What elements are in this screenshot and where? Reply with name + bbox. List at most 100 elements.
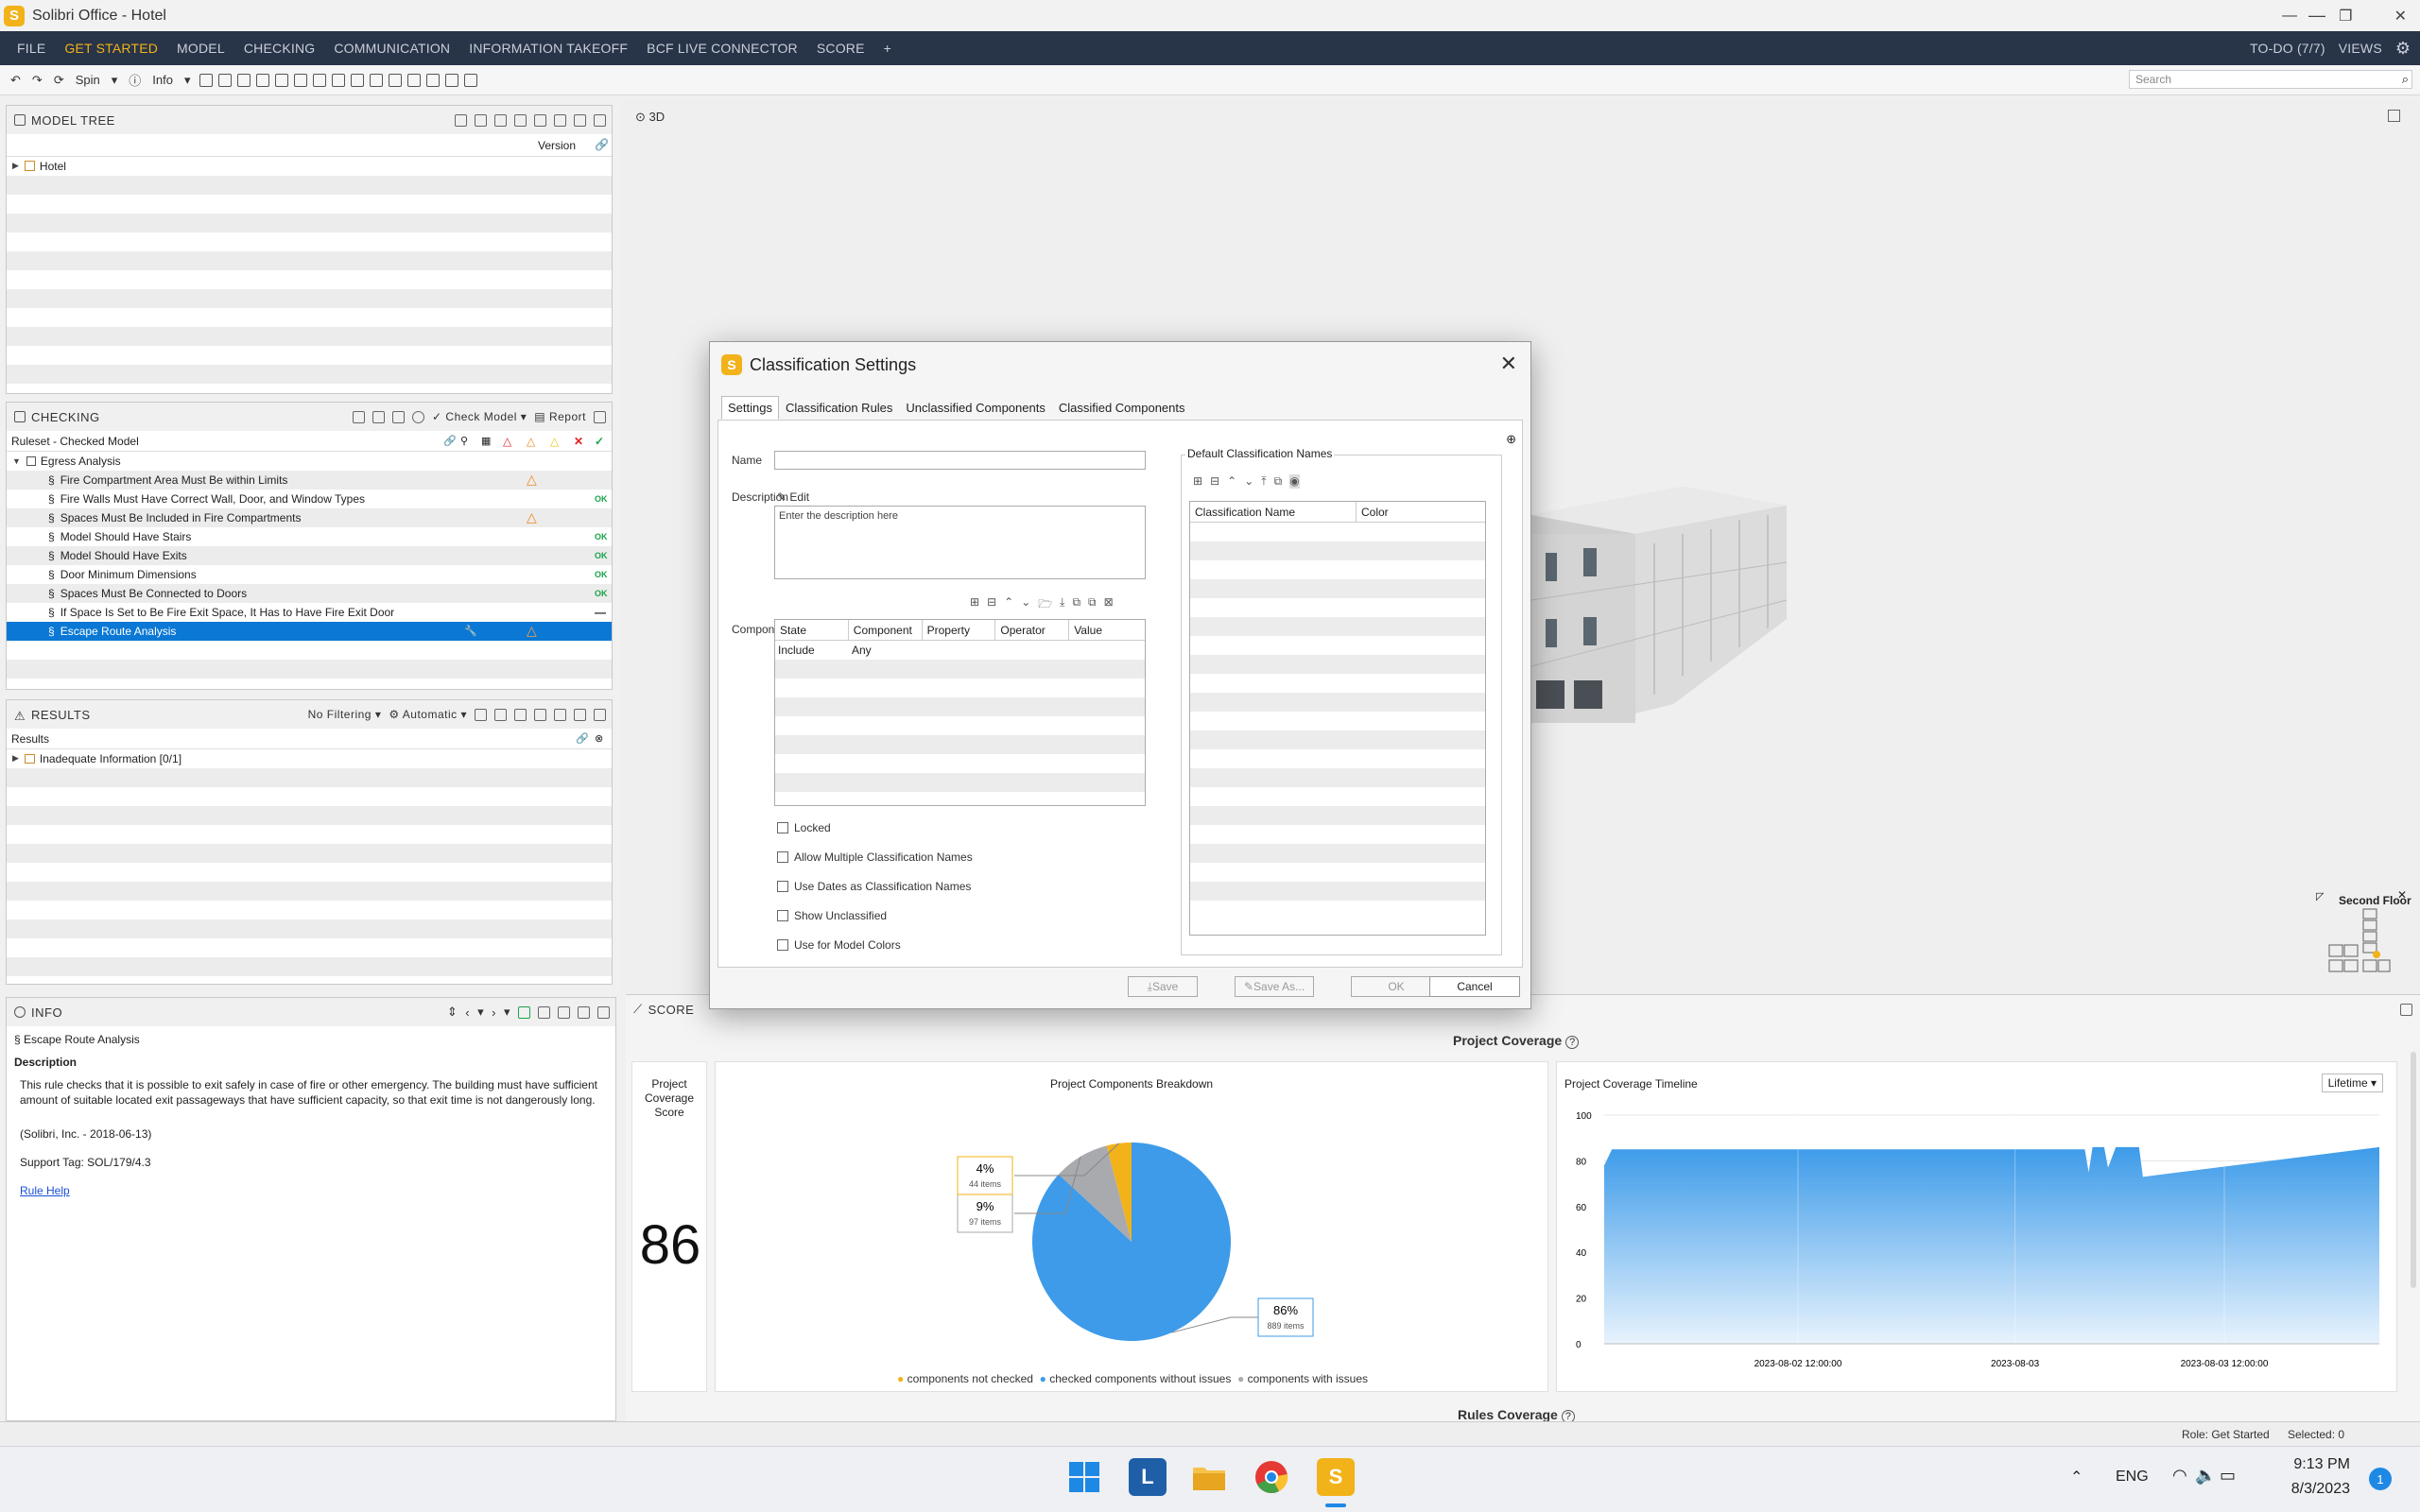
tree-item-hotel[interactable]: ▶ Hotel <box>7 157 612 176</box>
select-icon[interactable] <box>199 73 213 87</box>
col-classification-name[interactable]: Classification Name <box>1190 502 1357 523</box>
menu-model[interactable]: MODEL <box>167 41 234 56</box>
use-model-colors-checkbox[interactable]: Use for Model Colors <box>777 938 901 952</box>
forward-icon[interactable]: › <box>492 1005 496 1020</box>
save-button[interactable]: ⤓ Save <box>1128 976 1198 997</box>
tree-collapse-icon[interactable] <box>554 113 566 127</box>
col-value[interactable]: Value <box>1069 620 1145 641</box>
info-dropdown-icon[interactable]: ▾ <box>182 73 194 88</box>
volume-icon[interactable]: 🔈 <box>2195 1466 2216 1486</box>
tree-view-icon[interactable] <box>455 113 467 127</box>
results-settings-icon[interactable] <box>574 708 586 721</box>
copy-icon[interactable]: ⧉ <box>1072 595 1080 615</box>
tab-classified-components[interactable]: Classified Components <box>1052 396 1192 420</box>
tab-classification-rules[interactable]: Classification Rules <box>779 396 899 420</box>
history-dropdown-icon[interactable]: ▾ <box>477 1005 484 1020</box>
version-column[interactable]: Version <box>538 139 576 152</box>
clear-icon[interactable]: ⊠ <box>1104 595 1114 615</box>
tree-layers-icon[interactable] <box>494 113 507 127</box>
tree-maximize-icon[interactable] <box>594 113 606 127</box>
chrome-icon[interactable] <box>1253 1458 1290 1496</box>
globe-icon[interactable]: ⊕ <box>1506 432 1516 447</box>
default-names-grid[interactable]: Classification Name Color <box>1189 501 1486 936</box>
floor-close-icon[interactable]: ✕ <box>2397 888 2407 902</box>
hide-icon[interactable] <box>217 73 232 87</box>
zoom-icon[interactable] <box>331 73 345 87</box>
spin-dropdown-icon[interactable]: ▾ <box>109 73 121 88</box>
forward-dropdown-icon[interactable]: ▾ <box>504 1005 510 1020</box>
3d-maximize-icon[interactable] <box>2388 110 2400 122</box>
save-as-button[interactable]: ✎ Save As... <box>1235 976 1314 997</box>
dn-copy-icon[interactable]: ⧉ <box>1274 474 1283 489</box>
tab-unclassified-components[interactable]: Unclassified Components <box>899 396 1051 420</box>
rule-help-link[interactable]: Rule Help <box>14 1183 608 1198</box>
save-filter-icon[interactable]: ⤓ <box>1060 595 1064 615</box>
isolate-icon[interactable] <box>236 73 251 87</box>
dn-import-icon[interactable]: ⤒ <box>1261 474 1266 489</box>
add-layout-button[interactable]: + <box>874 41 901 56</box>
window-restore-icon[interactable]: ❐ <box>2339 7 2352 26</box>
remove-row-icon[interactable]: ⊟ <box>987 595 996 615</box>
menu-get-started[interactable]: GET STARTED <box>55 41 167 56</box>
rule-row[interactable]: § If Space Is Set to Be Fire Exit Space, … <box>7 603 612 622</box>
section-icon[interactable] <box>293 73 307 87</box>
col-state[interactable]: State <box>775 620 849 641</box>
expand-icon[interactable]: ▶ <box>12 753 19 764</box>
rule-row[interactable]: § Fire Walls Must Have Correct Wall, Door… <box>7 490 612 508</box>
building-model[interactable] <box>1531 477 1787 732</box>
menu-checking[interactable]: CHECKING <box>234 41 325 56</box>
info-settings-icon[interactable] <box>578 1005 590 1019</box>
todo-button[interactable]: TO-DO (7/7) <box>2250 41 2325 56</box>
results-expand-icon[interactable] <box>534 708 546 721</box>
dn-visibility-icon[interactable]: ◉ <box>1289 474 1300 489</box>
cube-view-icon[interactable] <box>274 73 288 87</box>
description-textarea[interactable]: Enter the description here <box>774 506 1146 579</box>
name-input[interactable] <box>774 451 1146 470</box>
back-icon[interactable]: ‹ <box>465 1005 470 1020</box>
paste-icon[interactable]: ⧉ <box>1088 595 1097 615</box>
info-maximize-icon[interactable] <box>597 1005 610 1019</box>
coverage-help-icon[interactable]: ? <box>1565 1036 1580 1049</box>
clock-date[interactable]: 8/3/2023 <box>2265 1481 2350 1498</box>
rule-row[interactable]: § Model Should Have Exits OK <box>7 546 612 565</box>
col-component[interactable]: Component <box>849 620 923 641</box>
battery-icon[interactable]: ▭ <box>2220 1466 2236 1486</box>
tree-settings-icon[interactable] <box>574 113 586 127</box>
results-collapse-icon[interactable] <box>554 708 566 721</box>
dn-add-icon[interactable]: ⊞ <box>1193 474 1202 489</box>
result-item[interactable]: ▶ Inadequate Information [0/1] <box>7 749 612 768</box>
rule-row[interactable]: § Fire Compartment Area Must Be within Li… <box>7 471 612 490</box>
menu-bcf-live-connector[interactable]: BCF LIVE CONNECTOR <box>637 41 807 56</box>
visibility-icon[interactable] <box>255 73 269 87</box>
timeline-area[interactable] <box>1604 1146 2379 1344</box>
tab-settings[interactable]: Settings <box>721 396 779 420</box>
redo-icon[interactable]: ↷ <box>29 73 45 88</box>
camera-icon[interactable] <box>444 73 458 87</box>
dialog-close-icon[interactable]: ✕ <box>1500 352 1517 376</box>
cell-component[interactable]: Any <box>849 644 923 657</box>
info-icon[interactable]: ⓘ <box>126 71 144 89</box>
ok-button[interactable]: OK <box>1351 976 1442 997</box>
menu-score[interactable]: SCORE <box>807 41 874 56</box>
start-icon[interactable] <box>1065 1458 1103 1496</box>
score-maximize-icon[interactable] <box>2400 1004 2412 1016</box>
wifi-icon[interactable]: ◠ <box>2172 1466 2187 1486</box>
zoom-in-icon[interactable] <box>350 73 364 87</box>
tree-filter-icon[interactable] <box>475 113 487 127</box>
tray-chevron-icon[interactable]: ⌃ <box>2070 1468 2083 1486</box>
results-options-icon[interactable] <box>514 708 527 721</box>
rule-parameters-icon[interactable]: 🔧 <box>464 625 477 637</box>
window-minimize-icon[interactable]: — <box>2282 8 2297 25</box>
window-close-icon[interactable]: ✕ <box>2394 7 2407 26</box>
dn-down-icon[interactable]: ⌄ <box>1244 474 1253 489</box>
open-icon[interactable]: 🗁 <box>1038 595 1052 615</box>
import-icon[interactable] <box>372 410 386 423</box>
add-row-icon[interactable]: ⊞ <box>970 595 979 615</box>
info-expand-icon[interactable] <box>538 1005 550 1019</box>
spin-icon[interactable]: ⟳ <box>51 73 67 88</box>
checking-maximize-icon[interactable] <box>594 410 606 423</box>
sort-icon[interactable]: ⇕ <box>447 1005 458 1020</box>
zoom-out-icon[interactable] <box>369 73 383 87</box>
undo-icon[interactable]: ↶ <box>8 73 24 88</box>
check-model-button[interactable]: ✓ Check Model ▾ <box>432 410 527 423</box>
